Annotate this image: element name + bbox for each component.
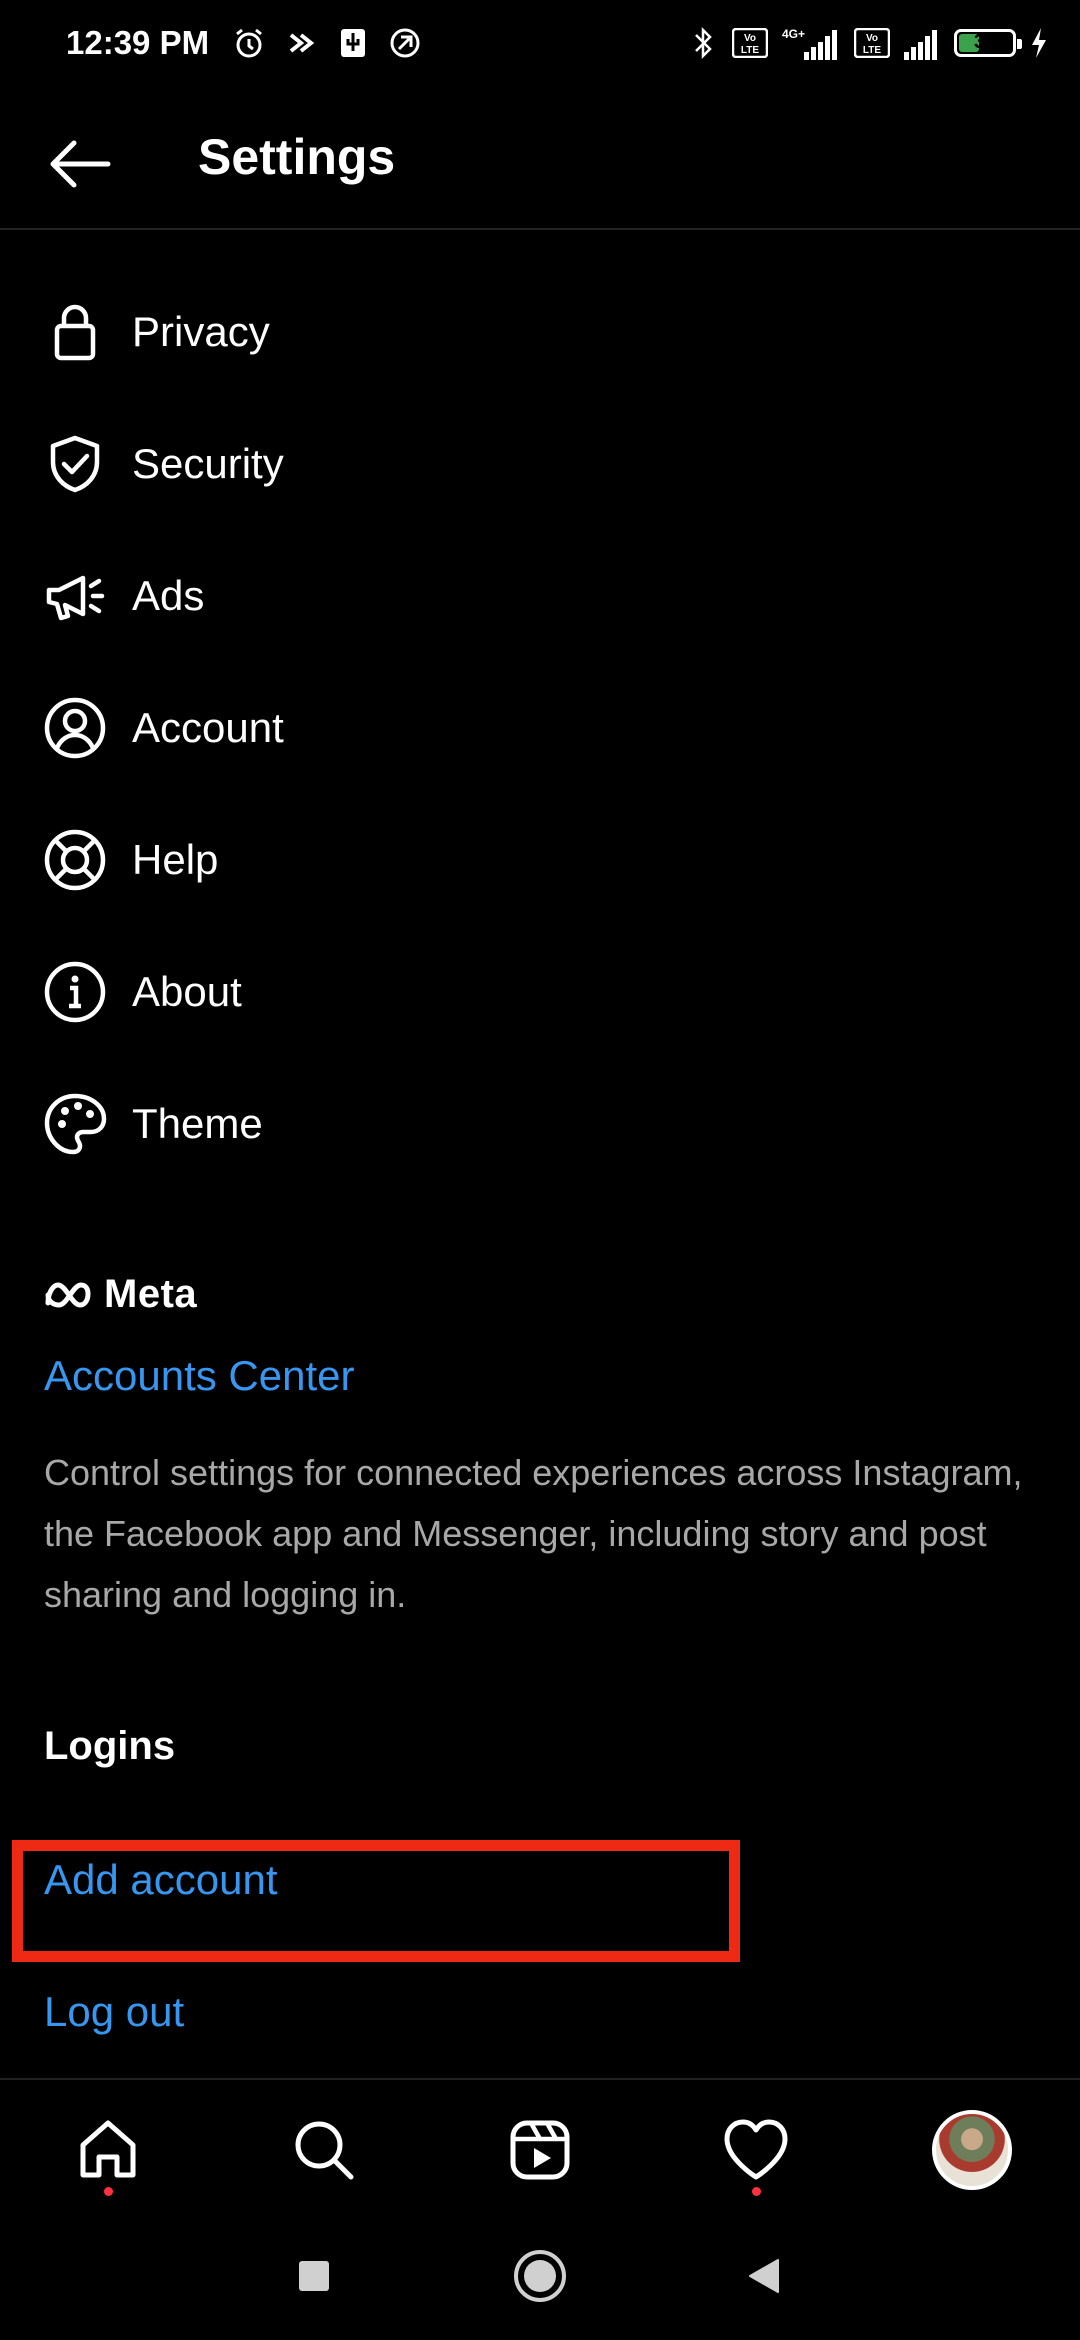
home-notification-dot [104, 2187, 113, 2196]
menu-item-help[interactable]: Help [0, 794, 1080, 926]
charging-icon [1028, 26, 1050, 60]
status-icons-left [232, 26, 422, 60]
menu-item-ads[interactable]: Ads [0, 530, 1080, 662]
square-icon [299, 2261, 329, 2291]
activity-notification-dot [752, 2187, 761, 2196]
menu-item-label: Privacy [132, 308, 270, 355]
bluetooth-icon [686, 26, 720, 60]
heart-icon [724, 2119, 788, 2180]
tab-profile[interactable] [922, 2102, 1022, 2198]
tab-home[interactable] [58, 2102, 158, 2198]
menu-item-label: About [132, 968, 242, 1015]
lifebuoy-icon [42, 827, 108, 893]
signal-icon [902, 26, 942, 60]
bottom-tab-bar [0, 2078, 1080, 2216]
user-circle-icon [42, 695, 108, 761]
circle-home-icon [514, 2250, 566, 2302]
meta-logo-text: Meta [104, 1272, 198, 1316]
megaphone-icon [42, 563, 108, 629]
back-nav-button[interactable] [724, 2236, 804, 2316]
app-header: Settings [0, 96, 1080, 230]
usb-icon [336, 26, 370, 60]
status-bar: 12:39 PM Vo LTE 4G+ Vo LTE 35 [0, 0, 1080, 96]
menu-item-label: Theme [132, 1100, 263, 1147]
triangle-back-icon [749, 2259, 779, 2293]
tab-search[interactable] [274, 2102, 374, 2198]
reels-icon [510, 2120, 570, 2180]
menu-item-theme[interactable]: Theme [0, 1058, 1080, 1190]
battery-icon: 35 [954, 29, 1022, 57]
vpn-icon [388, 26, 422, 60]
tab-activity[interactable] [706, 2102, 806, 2198]
info-icon [42, 959, 108, 1025]
logins-section-title: Logins [44, 1724, 176, 1768]
svg-text:Vo: Vo [744, 33, 756, 44]
battery-tip [1017, 39, 1022, 49]
menu-item-privacy[interactable]: Privacy [0, 266, 1080, 398]
svg-text:Vo: Vo [866, 33, 878, 44]
accounts-center-link[interactable]: Accounts Center [44, 1352, 355, 1400]
menu-item-label: Ads [132, 572, 205, 619]
meta-logo: Meta [44, 1272, 197, 1317]
alarm-icon [232, 26, 266, 60]
shield-check-icon [42, 431, 108, 497]
volte-icon: Vo LTE [732, 26, 768, 60]
recents-button[interactable] [274, 2236, 354, 2316]
menu-item-label: Security [132, 440, 284, 487]
menu-item-label: Account [132, 704, 284, 751]
tab-reels[interactable] [490, 2102, 590, 2198]
lock-icon [42, 299, 108, 365]
svg-text:LTE: LTE [863, 45, 881, 56]
home-icon [80, 2120, 136, 2178]
status-time: 12:39 PM [66, 24, 210, 61]
system-nav-bar [0, 2216, 1080, 2340]
accounts-center-description: Control settings for connected experienc… [44, 1452, 1023, 1615]
menu-item-label: Help [132, 836, 219, 883]
log-out-link[interactable]: Log out [44, 1988, 184, 2036]
page-title: Settings [198, 129, 396, 185]
profile-avatar [932, 2110, 1012, 2190]
svg-text:LTE: LTE [741, 45, 759, 56]
palette-icon [42, 1091, 108, 1157]
back-arrow-icon [50, 140, 111, 188]
volte-icon-2: Vo LTE [854, 26, 890, 60]
menu-item-account[interactable]: Account [0, 662, 1080, 794]
signal-4g-icon: 4G+ [780, 26, 842, 60]
search-icon [295, 2121, 354, 2180]
data-saver-icon [284, 26, 318, 60]
add-account-link[interactable]: Add account [44, 1856, 278, 1904]
menu-item-security[interactable]: Security [0, 398, 1080, 530]
status-icons-right: Vo LTE 4G+ Vo LTE 35 [686, 26, 1050, 60]
meta-infinity-icon [45, 1281, 91, 1308]
back-button[interactable] [40, 124, 120, 204]
menu-item-about[interactable]: About [0, 926, 1080, 1058]
battery-level: 35 [973, 31, 997, 53]
home-nav-button[interactable] [500, 2236, 580, 2316]
svg-text:4G+: 4G+ [782, 27, 805, 41]
